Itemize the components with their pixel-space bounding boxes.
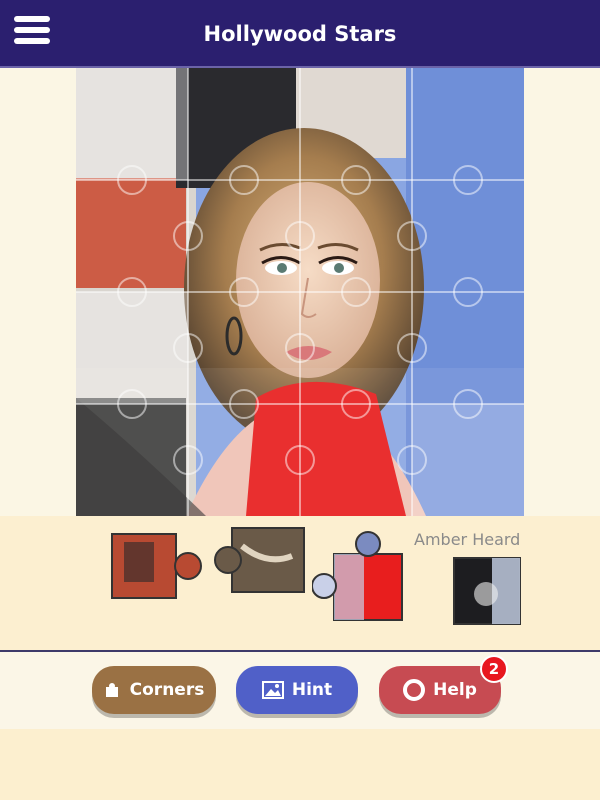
puzzle-piece-icon — [104, 681, 122, 699]
loose-puzzle-piece[interactable] — [110, 532, 206, 604]
footer-area — [0, 729, 600, 800]
life-ring-icon — [403, 679, 426, 701]
hint-button[interactable]: Hint — [236, 666, 358, 714]
loose-puzzle-piece[interactable] — [452, 556, 524, 628]
help-label: Help — [433, 680, 477, 700]
puzzle-board[interactable] — [76, 68, 524, 516]
hint-label: Hint — [291, 680, 333, 700]
loose-puzzle-piece[interactable] — [312, 528, 408, 624]
page-title: Hollywood Stars — [203, 22, 397, 46]
corners-label: Corners — [129, 680, 205, 700]
top-bar: Hollywood Stars — [0, 0, 600, 66]
help-count-badge: 2 — [480, 655, 508, 683]
tray-label: Amber Heard — [414, 530, 521, 549]
puzzle-image — [76, 68, 524, 516]
image-icon — [261, 681, 284, 699]
loose-puzzle-piece[interactable] — [212, 526, 308, 598]
corners-button[interactable]: Corners — [92, 666, 216, 714]
